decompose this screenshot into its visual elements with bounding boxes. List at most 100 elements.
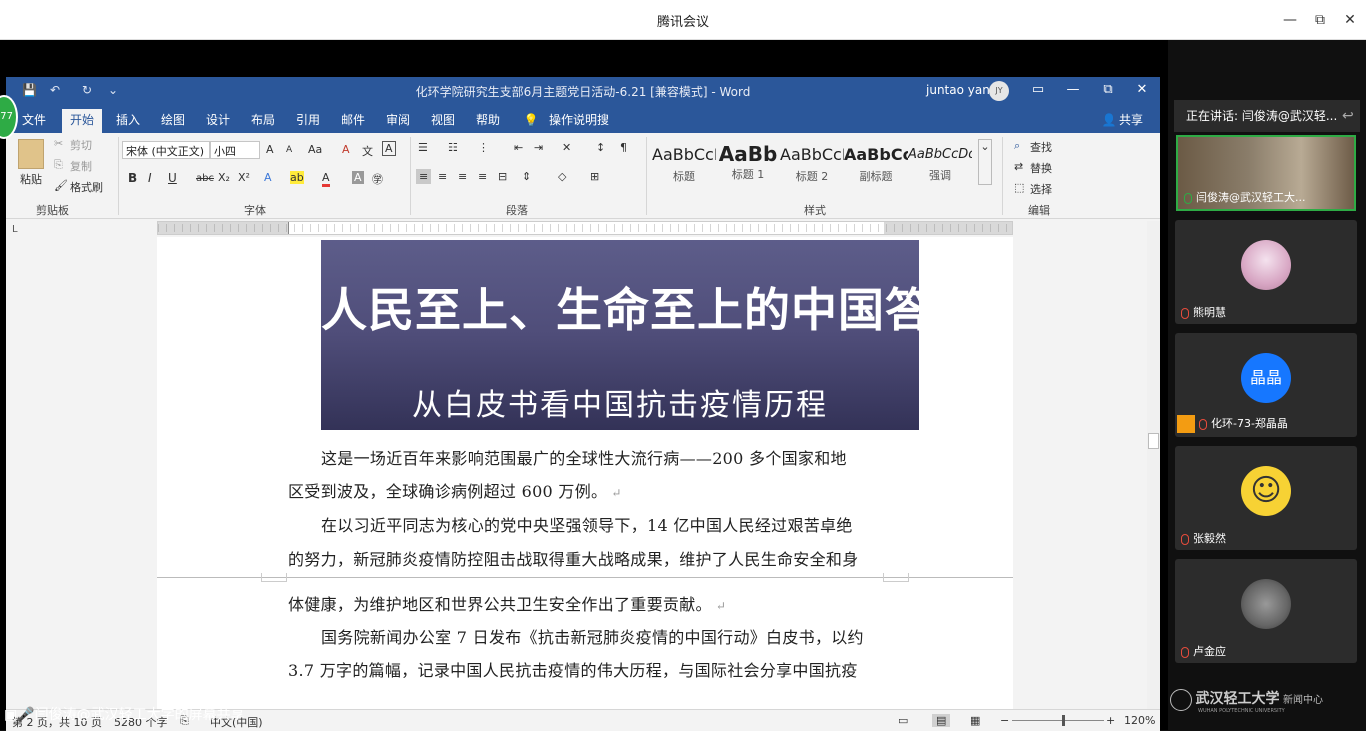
user-name[interactable]: juntao yan	[926, 83, 990, 97]
horizontal-ruler[interactable]	[157, 221, 1014, 235]
tab-design[interactable]: 设计	[200, 109, 236, 133]
underline-button[interactable]: U	[168, 171, 177, 185]
participant-video[interactable]: 闫俊涛@武汉轻工大...	[1176, 135, 1356, 211]
increase-indent-icon[interactable]: ⇥	[534, 141, 543, 154]
replace-icon[interactable]: ⇄	[1014, 160, 1023, 173]
phonetic-guide-icon[interactable]: 文	[362, 143, 373, 159]
line-spacing-icon[interactable]: ⇕	[522, 170, 531, 183]
text-effects-icon[interactable]: A	[264, 171, 272, 184]
styles-scroll-icon[interactable]: ⌄	[978, 139, 992, 185]
justify-icon[interactable]: ≡	[478, 170, 487, 183]
participant-tile[interactable]: 晶晶 化环-73-郑晶晶	[1175, 333, 1357, 437]
tab-file[interactable]: 文件	[16, 109, 52, 133]
zoom-level[interactable]: 120%	[1124, 714, 1155, 727]
copy-icon[interactable]: ⎘	[54, 158, 63, 172]
document-page[interactable]: 人民至上、生命至上的中国答卷 从白皮书看中国抗击疫情历程 这是一场近百年来影响范…	[157, 237, 1013, 711]
chinese-layout-icon[interactable]: ✕	[562, 141, 571, 154]
web-layout-icon[interactable]: ▦	[970, 714, 980, 727]
style-emphasis[interactable]: AaBbCcDd 强调	[908, 139, 972, 189]
tab-draw[interactable]: 绘图	[155, 109, 191, 133]
vertical-scrollbar[interactable]	[1147, 221, 1160, 711]
bullets-icon[interactable]: ☰	[418, 141, 428, 154]
zoom-slider-thumb[interactable]	[1061, 715, 1065, 726]
find-icon[interactable]: ⌕	[1014, 139, 1020, 153]
share-button[interactable]: 共享	[1116, 109, 1146, 133]
print-layout-icon[interactable]: ▤	[932, 714, 951, 727]
minimize-button[interactable]: —	[1280, 10, 1300, 30]
tab-stop-selector[interactable]: L	[12, 224, 18, 235]
style-heading-1[interactable]: AaBb 标题 1	[716, 139, 780, 189]
find-button[interactable]: 查找	[1030, 139, 1052, 155]
participant-tile[interactable]: 卢金应	[1175, 559, 1357, 663]
tab-mailings[interactable]: 邮件	[335, 109, 371, 133]
sort-icon[interactable]: ↕	[596, 141, 605, 154]
select-icon[interactable]: ⬚	[1014, 181, 1024, 194]
tab-references[interactable]: 引用	[290, 109, 326, 133]
read-mode-icon[interactable]: ▭	[898, 714, 908, 727]
style-subtitle[interactable]: AaBbCcI 副标题	[844, 139, 908, 189]
subscript-button[interactable]: X₂	[218, 171, 230, 184]
italic-button[interactable]: I	[148, 171, 152, 185]
user-avatar[interactable]: JY	[989, 81, 1009, 101]
select-button[interactable]: 选择	[1030, 181, 1052, 197]
tell-me-search[interactable]: 操作说明搜索	[544, 109, 614, 149]
align-right-icon[interactable]: ≡	[458, 170, 467, 183]
tab-home[interactable]: 开始	[62, 109, 102, 133]
replace-button[interactable]: 替换	[1030, 160, 1052, 176]
numbering-icon[interactable]: ☷	[448, 141, 458, 154]
scrollbar-thumb[interactable]	[1148, 433, 1159, 449]
style-heading-2[interactable]: AaBbCcI 标题 2	[780, 139, 844, 189]
meeting-title: 腾讯会议	[656, 15, 709, 30]
ribbon-display-icon[interactable]: ▭	[1028, 82, 1048, 97]
tab-insert[interactable]: 插入	[110, 109, 146, 133]
tab-view[interactable]: 视图	[425, 109, 461, 133]
superscript-button[interactable]: X²	[238, 171, 250, 184]
close-button[interactable]: ✕	[1340, 10, 1360, 30]
borders-icon[interactable]: ⊞	[590, 170, 599, 183]
grow-font-button[interactable]: A	[266, 143, 274, 156]
multilevel-list-icon[interactable]: ⋮	[478, 141, 489, 154]
font-name-select[interactable]: 宋体 (中文正文)	[122, 141, 210, 159]
style-title[interactable]: AaBbCcI 标题	[652, 139, 716, 189]
zoom-out-icon[interactable]: −	[1000, 714, 1009, 727]
align-left-icon[interactable]: ≡	[416, 169, 432, 184]
participant-tile[interactable]: ☺ 张毅然	[1175, 446, 1357, 550]
strikethrough-button[interactable]: abc	[196, 173, 214, 184]
align-center-icon[interactable]: ≡	[438, 170, 447, 183]
cut-icon[interactable]: ✂	[54, 137, 63, 150]
show-marks-icon[interactable]: ¶	[620, 141, 627, 154]
format-painter-icon[interactable]: 🖌	[54, 179, 68, 192]
font-size-select[interactable]: 小四	[210, 141, 260, 159]
decrease-indent-icon[interactable]: ⇤	[514, 141, 523, 154]
zoom-slider[interactable]	[1012, 720, 1104, 721]
shrink-font-button[interactable]: A	[286, 145, 292, 155]
change-case-button[interactable]: Aa	[308, 143, 322, 156]
tab-help[interactable]: 帮助	[470, 109, 506, 133]
char-shading-icon[interactable]: A	[352, 171, 364, 184]
banner-image[interactable]: 人民至上、生命至上的中国答卷 从白皮书看中国抗击疫情历程	[321, 240, 979, 430]
distribute-icon[interactable]: ⊟	[498, 170, 507, 183]
cut-button[interactable]: 剪切	[70, 137, 92, 153]
enclose-char-icon[interactable]: ㊫	[372, 171, 383, 187]
shading-icon[interactable]: ◇	[558, 170, 566, 183]
paste-button[interactable]: 粘贴	[20, 171, 42, 187]
tab-layout[interactable]: 布局	[245, 109, 281, 133]
bold-button[interactable]: B	[128, 171, 137, 185]
zoom-in-icon[interactable]: +	[1106, 714, 1115, 727]
back-icon[interactable]: ↩	[1342, 108, 1354, 124]
font-color-icon[interactable]: A	[322, 171, 330, 187]
format-painter-button[interactable]: 格式刷	[70, 179, 103, 195]
copy-button[interactable]: 复制	[70, 158, 92, 174]
char-border-icon[interactable]: A	[382, 141, 396, 156]
word-close-icon[interactable]: ✕	[1132, 82, 1152, 97]
highlight-icon[interactable]: ab	[290, 171, 304, 184]
restore-button[interactable]: ⧉	[1310, 10, 1330, 30]
word-restore-icon[interactable]: ⧉	[1098, 82, 1118, 97]
banner-title: 人民至上、生命至上的中国答卷	[321, 283, 979, 337]
clear-format-icon[interactable]: A	[342, 143, 350, 156]
tab-review[interactable]: 审阅	[380, 109, 416, 133]
word-window: 💾 ↶ ↻ ⌄ 化环学院研究生支部6月主题党日活动-6.21 [兼容模式] - …	[6, 77, 1160, 731]
word-minimize-icon[interactable]: —	[1063, 82, 1083, 97]
participant-tile[interactable]: 熊明慧	[1175, 220, 1357, 324]
paste-icon[interactable]	[18, 139, 44, 169]
